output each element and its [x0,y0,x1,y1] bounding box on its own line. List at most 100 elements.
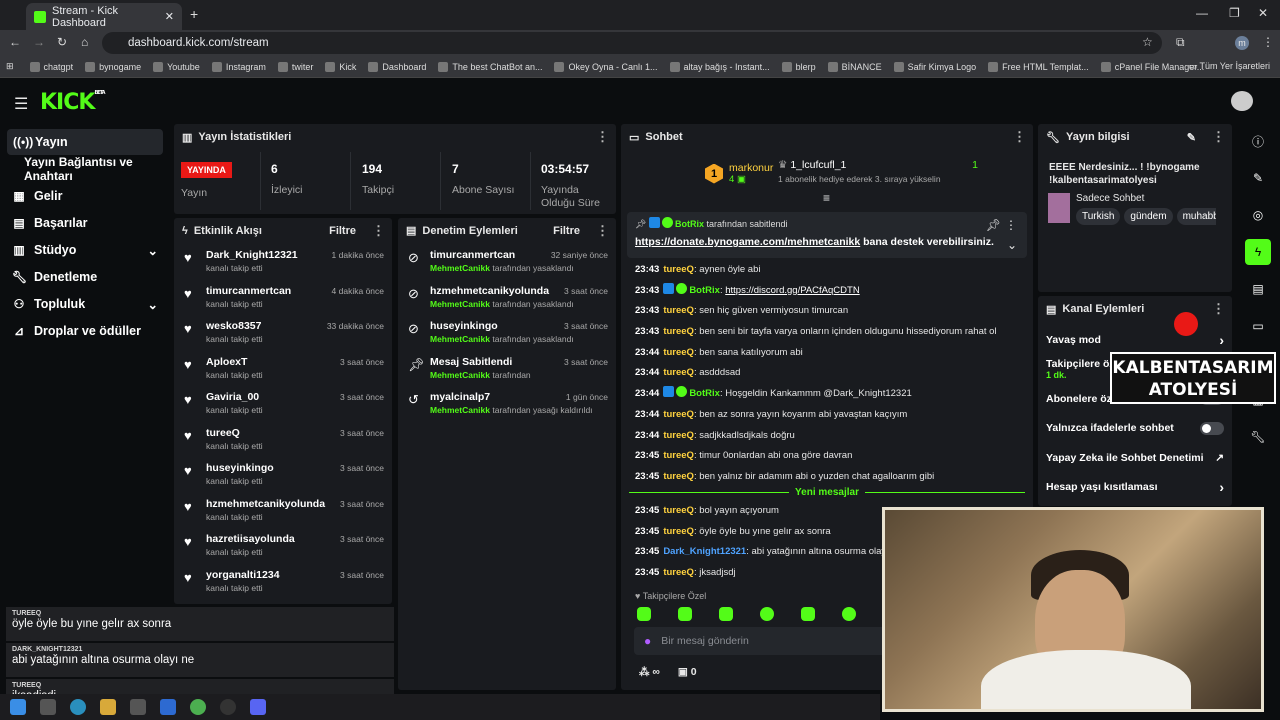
discord-icon[interactable] [250,699,266,715]
channel-action-item[interactable]: Yapay Zeka ile Sohbet Denetimi ↗ [1038,443,1232,473]
back-icon[interactable]: ← [9,35,21,49]
wrench-icon[interactable]: 🔧︎ [1245,424,1271,450]
chat-username[interactable]: Dark_Knight12321 [663,546,746,557]
edge-icon[interactable] [70,699,86,715]
emote-icon[interactable] [678,607,692,621]
chat-username[interactable]: tureeQ [663,264,694,275]
sidebar-item-denetleme[interactable]: 🔧︎ Denetleme [0,264,172,290]
bookmark-item[interactable]: altay bağış - Instant... [669,61,770,72]
other-bookmarks[interactable]: ▭ Tüm Yer İşaretleri [1189,61,1270,72]
activity-user[interactable]: wesko8357 [206,320,319,332]
tag-chip[interactable]: Turkish [1076,208,1121,225]
unpin-icon[interactable]: 📌︎ [986,218,1001,232]
obs-icon[interactable] [220,699,236,715]
kick-logo[interactable]: KICKBETA [40,90,106,115]
browser-menu-icon[interactable]: ⋮ [1262,35,1274,49]
moderation-target[interactable]: myalcinalp7 [430,391,558,403]
filter-button[interactable]: Filtre [553,225,580,237]
bookmark-item[interactable]: Okey Oyna - Canlı 1... [554,61,658,72]
activity-user[interactable]: timurcanmertcan [206,285,324,297]
gifts-button[interactable]: ▣ 0 [678,666,697,678]
moderator-name[interactable]: MehmetCanikk [430,299,490,309]
minimize-icon[interactable]: — [1196,6,1208,20]
more-options-icon[interactable]: ⋮ [1005,218,1017,232]
chrome-icon[interactable] [190,699,206,715]
sidebar-item-stream-key[interactable]: Yayın Bağlantısı ve Anahtarı [0,155,172,183]
browser-tab[interactable]: Stream - Kick Dashboard ✕ [26,3,182,30]
bookmark-item[interactable]: BİNANCE [827,61,882,72]
camera-icon[interactable]: ◎ [1245,202,1271,228]
channel-action-item[interactable]: Yavaş mod › [1038,325,1232,355]
emote-icon[interactable] [719,607,733,621]
bookmark-item[interactable]: blerp [781,61,816,72]
tag-chip[interactable]: gündem [1124,208,1173,225]
bookmark-item[interactable]: Instagram [211,61,266,72]
chat-username[interactable]: tureeQ [663,526,694,537]
close-tab-icon[interactable]: ✕ [165,10,174,23]
bookmark-item[interactable]: twiter [277,61,313,72]
chat-username[interactable]: BotRix [689,285,720,296]
bookmark-item[interactable]: Free HTML Templat... [988,61,1089,72]
chat-username[interactable]: tureeQ [663,326,694,337]
chat-username[interactable]: tureeQ [663,409,694,420]
emote-icon[interactable] [760,607,774,621]
chat-icon[interactable]: ▭ [1245,313,1271,339]
activity-user[interactable]: hzmehmetcanikyolunda [206,498,332,510]
chevron-down-icon[interactable]: ⌄ [1007,238,1017,252]
moderator-name[interactable]: MehmetCanikk [430,370,490,380]
edit-icon[interactable]: ✎ [1187,131,1196,144]
moderation-target[interactable]: timurcanmertcan [430,249,543,261]
chat-username[interactable]: tureeQ [663,305,694,316]
more-options-icon[interactable]: ⋮ [1013,129,1026,145]
maximize-icon[interactable]: ❐ [1229,6,1240,20]
chat-username[interactable]: tureeQ [663,471,694,482]
info-icon[interactable]: ⓘ [1245,128,1271,154]
bolt-icon[interactable]: ϟ [1245,239,1271,265]
more-options-icon[interactable]: ⋮ [372,223,385,239]
window-close-icon[interactable]: ✕ [1258,6,1268,20]
emote-icon[interactable] [637,607,651,621]
mail-icon[interactable] [160,699,176,715]
reload-icon[interactable]: ↻ [57,35,67,49]
chat-username[interactable]: tureeQ [663,505,694,516]
edit-icon[interactable]: ✎ [1245,165,1271,191]
emote-icon[interactable] [842,607,856,621]
document-icon[interactable]: ▤ [1245,276,1271,302]
bookmark-item[interactable]: The best ChatBot an... [438,61,542,72]
sidebar-item-topluluk[interactable]: ⚇ Topluluk ⌄ [0,291,172,317]
moderator-name[interactable]: MehmetCanikk [430,405,490,415]
start-icon[interactable] [10,699,26,715]
bookmark-star-icon[interactable]: ☆ [1142,35,1153,49]
activity-user[interactable]: hazretiisayolunda [206,533,332,545]
search-icon[interactable] [40,699,56,715]
activity-user[interactable]: Dark_Knight12321 [206,249,324,261]
toggle-switch[interactable] [1200,421,1224,435]
microphone-icon[interactable]: ● [644,634,651,648]
more-options-icon[interactable]: ⋮ [596,129,609,145]
channel-action-item[interactable]: Hesap yaşı kısıtlaması › [1038,473,1232,503]
more-options-icon[interactable]: ⋮ [1212,301,1225,317]
sidebar-item-droplar[interactable]: ⊿ Droplar ve ödüller [0,318,172,344]
moderator-name[interactable]: MehmetCanikk [430,334,490,344]
moderation-target[interactable]: Mesaj Sabitlendi [430,356,556,368]
activity-user[interactable]: yorganalti1234 [206,569,332,581]
bookmark-item[interactable]: Dashboard [368,61,426,72]
sidebar-item-basarilar[interactable]: ▤ Başarılar [0,210,172,236]
chat-username[interactable]: tureeQ [663,367,694,378]
emote-icon[interactable] [801,607,815,621]
folder-icon[interactable] [100,699,116,715]
bookmark-item[interactable]: Kick [325,61,356,72]
store-icon[interactable] [130,699,146,715]
home-icon[interactable]: ⌂ [81,35,88,49]
chat-link[interactable]: https://discord.gg/PACfAqCDTN [725,285,859,296]
activity-user[interactable]: Gaviria_00 [206,391,332,403]
bookmark-item[interactable]: bynogame [85,61,141,72]
user-avatar[interactable] [1231,91,1253,111]
new-tab-icon[interactable]: + [190,6,198,22]
moderation-target[interactable]: hzmehmetcanikyolunda [430,285,556,297]
tag-chip[interactable]: muhabbe [1176,208,1216,225]
activity-user[interactable]: tureeQ [206,427,332,439]
chat-username[interactable]: tureeQ [663,347,694,358]
forward-icon[interactable]: → [33,35,45,49]
profile-avatar[interactable]: m [1235,36,1249,50]
